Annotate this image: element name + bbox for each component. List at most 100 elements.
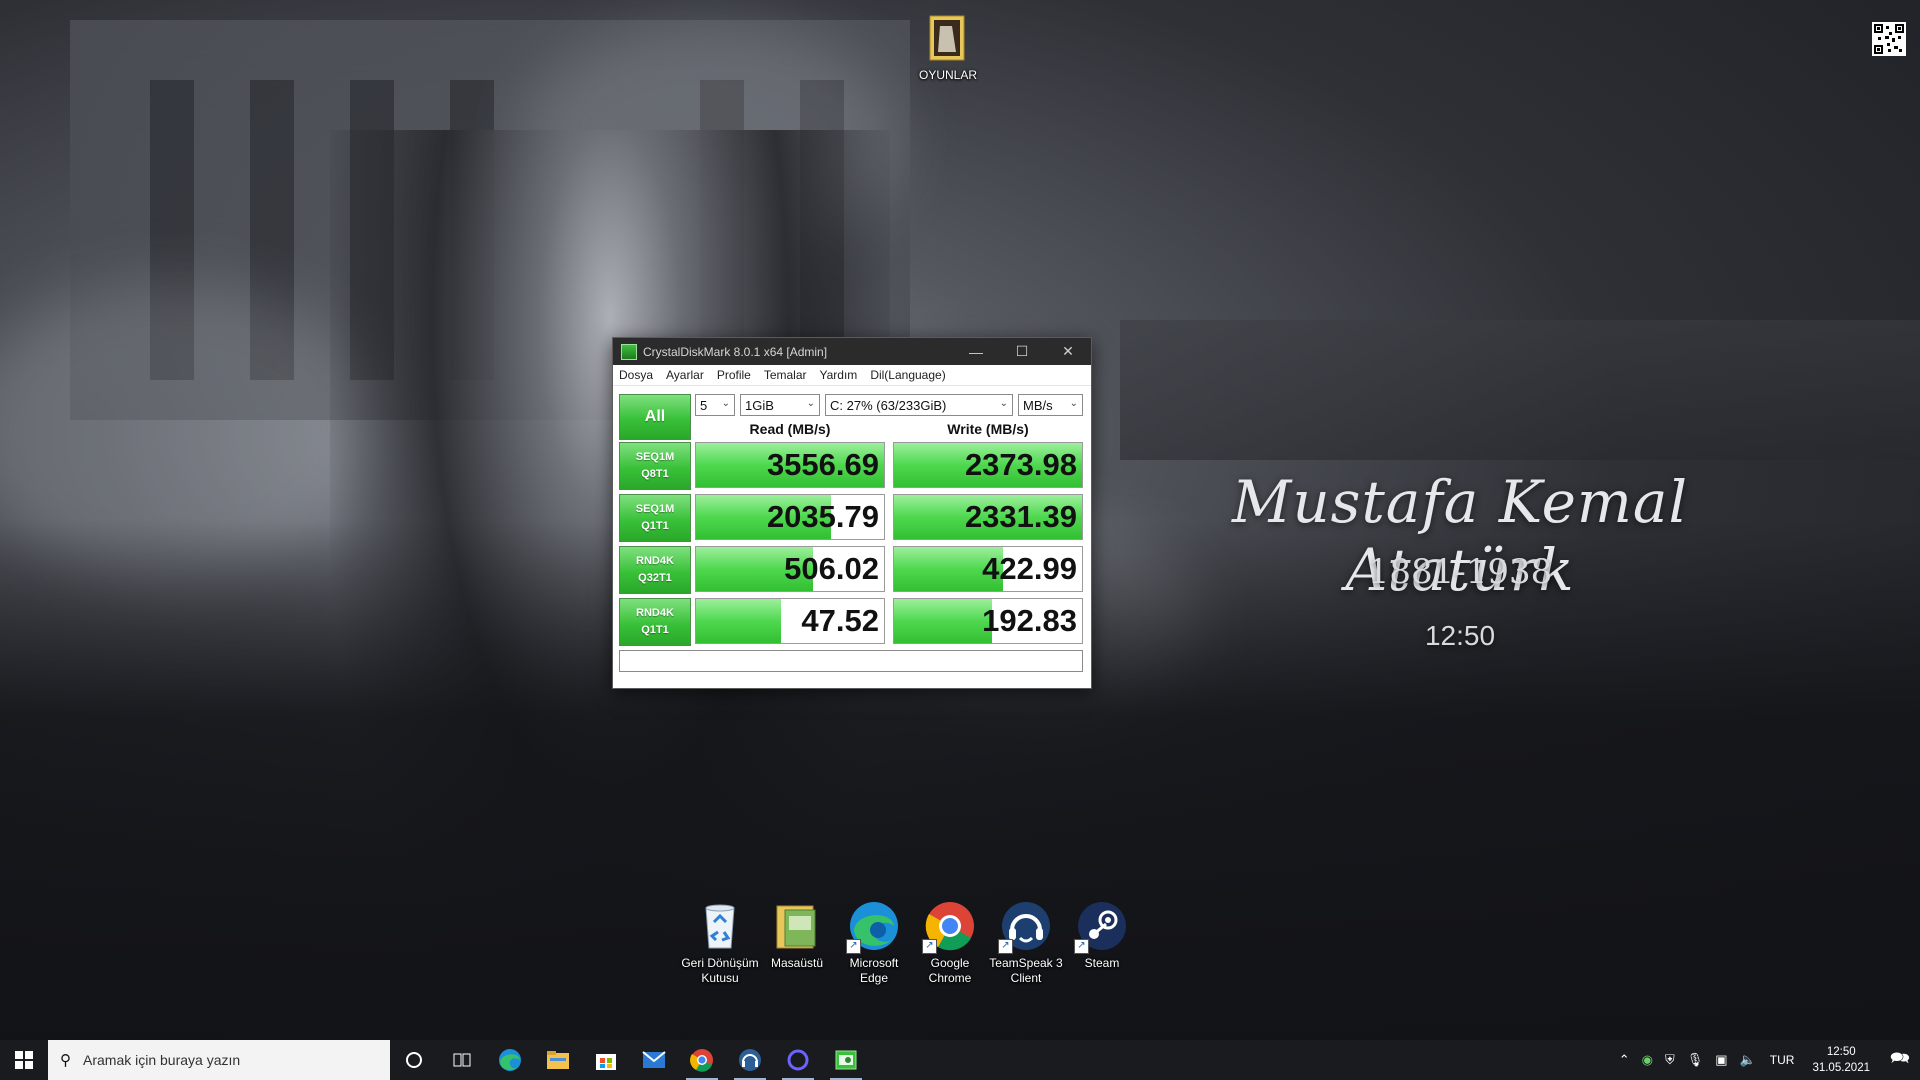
menu-bar: Dosya Ayarlar Profile Temalar Yardım Dil… bbox=[613, 365, 1091, 386]
test-label-line1: SEQ1M bbox=[635, 503, 675, 515]
minimize-button[interactable]: — bbox=[953, 338, 999, 365]
taskbar-store[interactable] bbox=[582, 1040, 630, 1080]
drive-value: C: 27% (63/233GiB) bbox=[830, 397, 947, 413]
desktop-icon-label: Geri Dönüşüm Kutusu bbox=[681, 956, 759, 985]
test-size-value: 1GiB bbox=[745, 397, 774, 413]
qr-code-icon[interactable] bbox=[1872, 22, 1906, 56]
write-value: 422.99 bbox=[982, 551, 1077, 586]
comment-input[interactable] bbox=[619, 650, 1083, 672]
desktop-icon-recycle-bin[interactable]: Geri Dönüşüm Kutusu bbox=[680, 900, 760, 986]
start-button[interactable] bbox=[0, 1040, 48, 1080]
maximize-button[interactable]: ☐ bbox=[999, 338, 1045, 365]
drive-select[interactable]: C: 27% (63/233GiB) ⌄ bbox=[825, 394, 1013, 416]
window-title: CrystalDiskMark 8.0.1 x64 [Admin] bbox=[643, 344, 828, 359]
cortana-app-icon bbox=[787, 1049, 809, 1071]
taskbar-file-explorer[interactable] bbox=[534, 1040, 582, 1080]
read-result: 3556.69 bbox=[695, 442, 885, 488]
microphone-icon[interactable]: 🎙 bbox=[1687, 1052, 1704, 1068]
shortcut-arrow-icon: ↗ bbox=[998, 939, 1013, 954]
write-value: 192.83 bbox=[982, 603, 1077, 638]
clock-date: 31.05.2021 bbox=[1812, 1062, 1870, 1074]
chrome-icon: ↗ bbox=[922, 900, 976, 954]
taskbar-crystaldiskmark[interactable] bbox=[822, 1040, 870, 1080]
recycle-bin-icon bbox=[694, 900, 746, 952]
test-label-line1: RND4K bbox=[636, 607, 674, 619]
folder-icon bbox=[922, 12, 974, 64]
write-header: Write (MB/s) bbox=[947, 421, 1029, 437]
taskbar-mail[interactable] bbox=[630, 1040, 678, 1080]
chevron-down-icon: ⌄ bbox=[721, 398, 730, 409]
notification-center-icon[interactable]: 🗪 bbox=[1880, 1040, 1920, 1080]
network-icon[interactable]: ▣ bbox=[1715, 1052, 1727, 1068]
write-result: 422.99 bbox=[893, 546, 1083, 592]
search-placeholder: Aramak için buraya yazın bbox=[83, 1052, 241, 1068]
desktop-icon-label: Steam bbox=[1084, 956, 1120, 970]
run-all-button[interactable]: All bbox=[619, 394, 691, 440]
desktop-icon-label: TeamSpeak 3 Client bbox=[989, 956, 1063, 985]
desktop-icon-steam[interactable]: ↗ Steam bbox=[1062, 900, 1142, 971]
network-app-icon[interactable]: ◉ bbox=[1642, 1052, 1653, 1068]
menu-temalar[interactable]: Temalar bbox=[764, 368, 807, 382]
test-label-line2: Q1T1 bbox=[641, 624, 669, 636]
close-button[interactable]: ✕ bbox=[1045, 338, 1091, 365]
taskbar: ⚲ Aramak için buraya yazın ⌃ ◉ ⛨ 🎙 ▣ 🔈 T… bbox=[0, 1040, 1920, 1080]
menu-language[interactable]: Dil(Language) bbox=[870, 368, 945, 382]
chevron-down-icon: ⌄ bbox=[999, 398, 1008, 409]
read-value: 2035.79 bbox=[766, 499, 879, 534]
test-button-rnd4k-q32t1[interactable]: RND4K Q32T1 bbox=[619, 546, 691, 594]
taskbar-cortana-app[interactable] bbox=[774, 1040, 822, 1080]
menu-ayarlar[interactable]: Ayarlar bbox=[666, 368, 704, 382]
chevron-up-icon[interactable]: ⌃ bbox=[1619, 1052, 1630, 1068]
test-button-seq1m-q1t1[interactable]: SEQ1M Q1T1 bbox=[619, 494, 691, 542]
read-result: 506.02 bbox=[695, 546, 885, 592]
chevron-down-icon: ⌄ bbox=[806, 398, 815, 409]
desktop-icon-masaustu[interactable]: Masaüstü bbox=[757, 900, 837, 971]
shortcut-arrow-icon: ↗ bbox=[846, 939, 861, 954]
desktop-icon-teamspeak[interactable]: ↗ TeamSpeak 3 Client bbox=[986, 900, 1066, 986]
window-titlebar[interactable]: CrystalDiskMark 8.0.1 x64 [Admin] — ☐ ✕ bbox=[613, 338, 1091, 365]
desktop-icon-edge[interactable]: ↗ Microsoft Edge bbox=[834, 900, 914, 986]
cortana-button[interactable] bbox=[390, 1040, 438, 1080]
teamspeak-icon: ↗ bbox=[998, 900, 1052, 954]
menu-profile[interactable]: Profile bbox=[717, 368, 751, 382]
result-bar bbox=[894, 599, 992, 643]
wallpaper-years: 1881-1938 bbox=[1367, 552, 1553, 592]
menu-yardim[interactable]: Yardım bbox=[820, 368, 858, 382]
write-value: 2373.98 bbox=[964, 447, 1077, 482]
taskbar-clock[interactable]: 12:50 31.05.2021 bbox=[1812, 1044, 1870, 1076]
test-label-line1: SEQ1M bbox=[635, 451, 675, 463]
desktop-icon-label: Masaüstü bbox=[770, 956, 824, 970]
windows-logo-icon bbox=[15, 1051, 33, 1069]
input-language[interactable]: TUR bbox=[1770, 1053, 1795, 1067]
task-view-button[interactable] bbox=[438, 1040, 486, 1080]
desktop-icon-oyunlar[interactable]: OYUNLAR bbox=[908, 12, 988, 83]
test-count-select[interactable]: 5 ⌄ bbox=[695, 394, 735, 416]
folder-icon bbox=[771, 900, 823, 952]
volume-icon[interactable]: 🔈 bbox=[1740, 1052, 1756, 1068]
mail-icon bbox=[642, 1051, 666, 1068]
clock-time: 12:50 bbox=[1826, 1046, 1856, 1058]
cortana-icon bbox=[406, 1052, 422, 1068]
test-count-value: 5 bbox=[700, 397, 708, 413]
chevron-down-icon: ⌄ bbox=[1069, 398, 1078, 409]
menu-dosya[interactable]: Dosya bbox=[619, 368, 653, 382]
desktop-icon-chrome[interactable]: ↗ Google Chrome bbox=[910, 900, 990, 986]
taskbar-search-box[interactable]: ⚲ Aramak için buraya yazın bbox=[48, 1040, 390, 1080]
crystaldiskmark-window[interactable]: CrystalDiskMark 8.0.1 x64 [Admin] — ☐ ✕ … bbox=[612, 337, 1092, 689]
test-size-select[interactable]: 1GiB ⌄ bbox=[740, 394, 820, 416]
write-value: 2331.39 bbox=[964, 499, 1077, 534]
steam-icon: ↗ bbox=[1074, 900, 1128, 954]
taskbar-edge[interactable] bbox=[486, 1040, 534, 1080]
taskbar-teamspeak[interactable] bbox=[726, 1040, 774, 1080]
test-label-line1: RND4K bbox=[636, 555, 674, 567]
crystaldiskmark-icon bbox=[835, 1050, 857, 1070]
taskbar-chrome[interactable] bbox=[678, 1040, 726, 1080]
search-icon: ⚲ bbox=[60, 1052, 71, 1069]
test-button-rnd4k-q1t1[interactable]: RND4K Q1T1 bbox=[619, 598, 691, 646]
test-button-seq1m-q8t1[interactable]: SEQ1M Q8T1 bbox=[619, 442, 691, 490]
system-tray: ⌃ ◉ ⛨ 🎙 ▣ 🔈 TUR 12:50 31.05.2021 🗪 bbox=[1613, 1040, 1920, 1080]
test-label-line2: Q32T1 bbox=[638, 572, 672, 584]
security-shield-icon[interactable]: ⛨ bbox=[1665, 1052, 1675, 1068]
result-bar bbox=[696, 599, 781, 643]
unit-select[interactable]: MB/s ⌄ bbox=[1018, 394, 1083, 416]
